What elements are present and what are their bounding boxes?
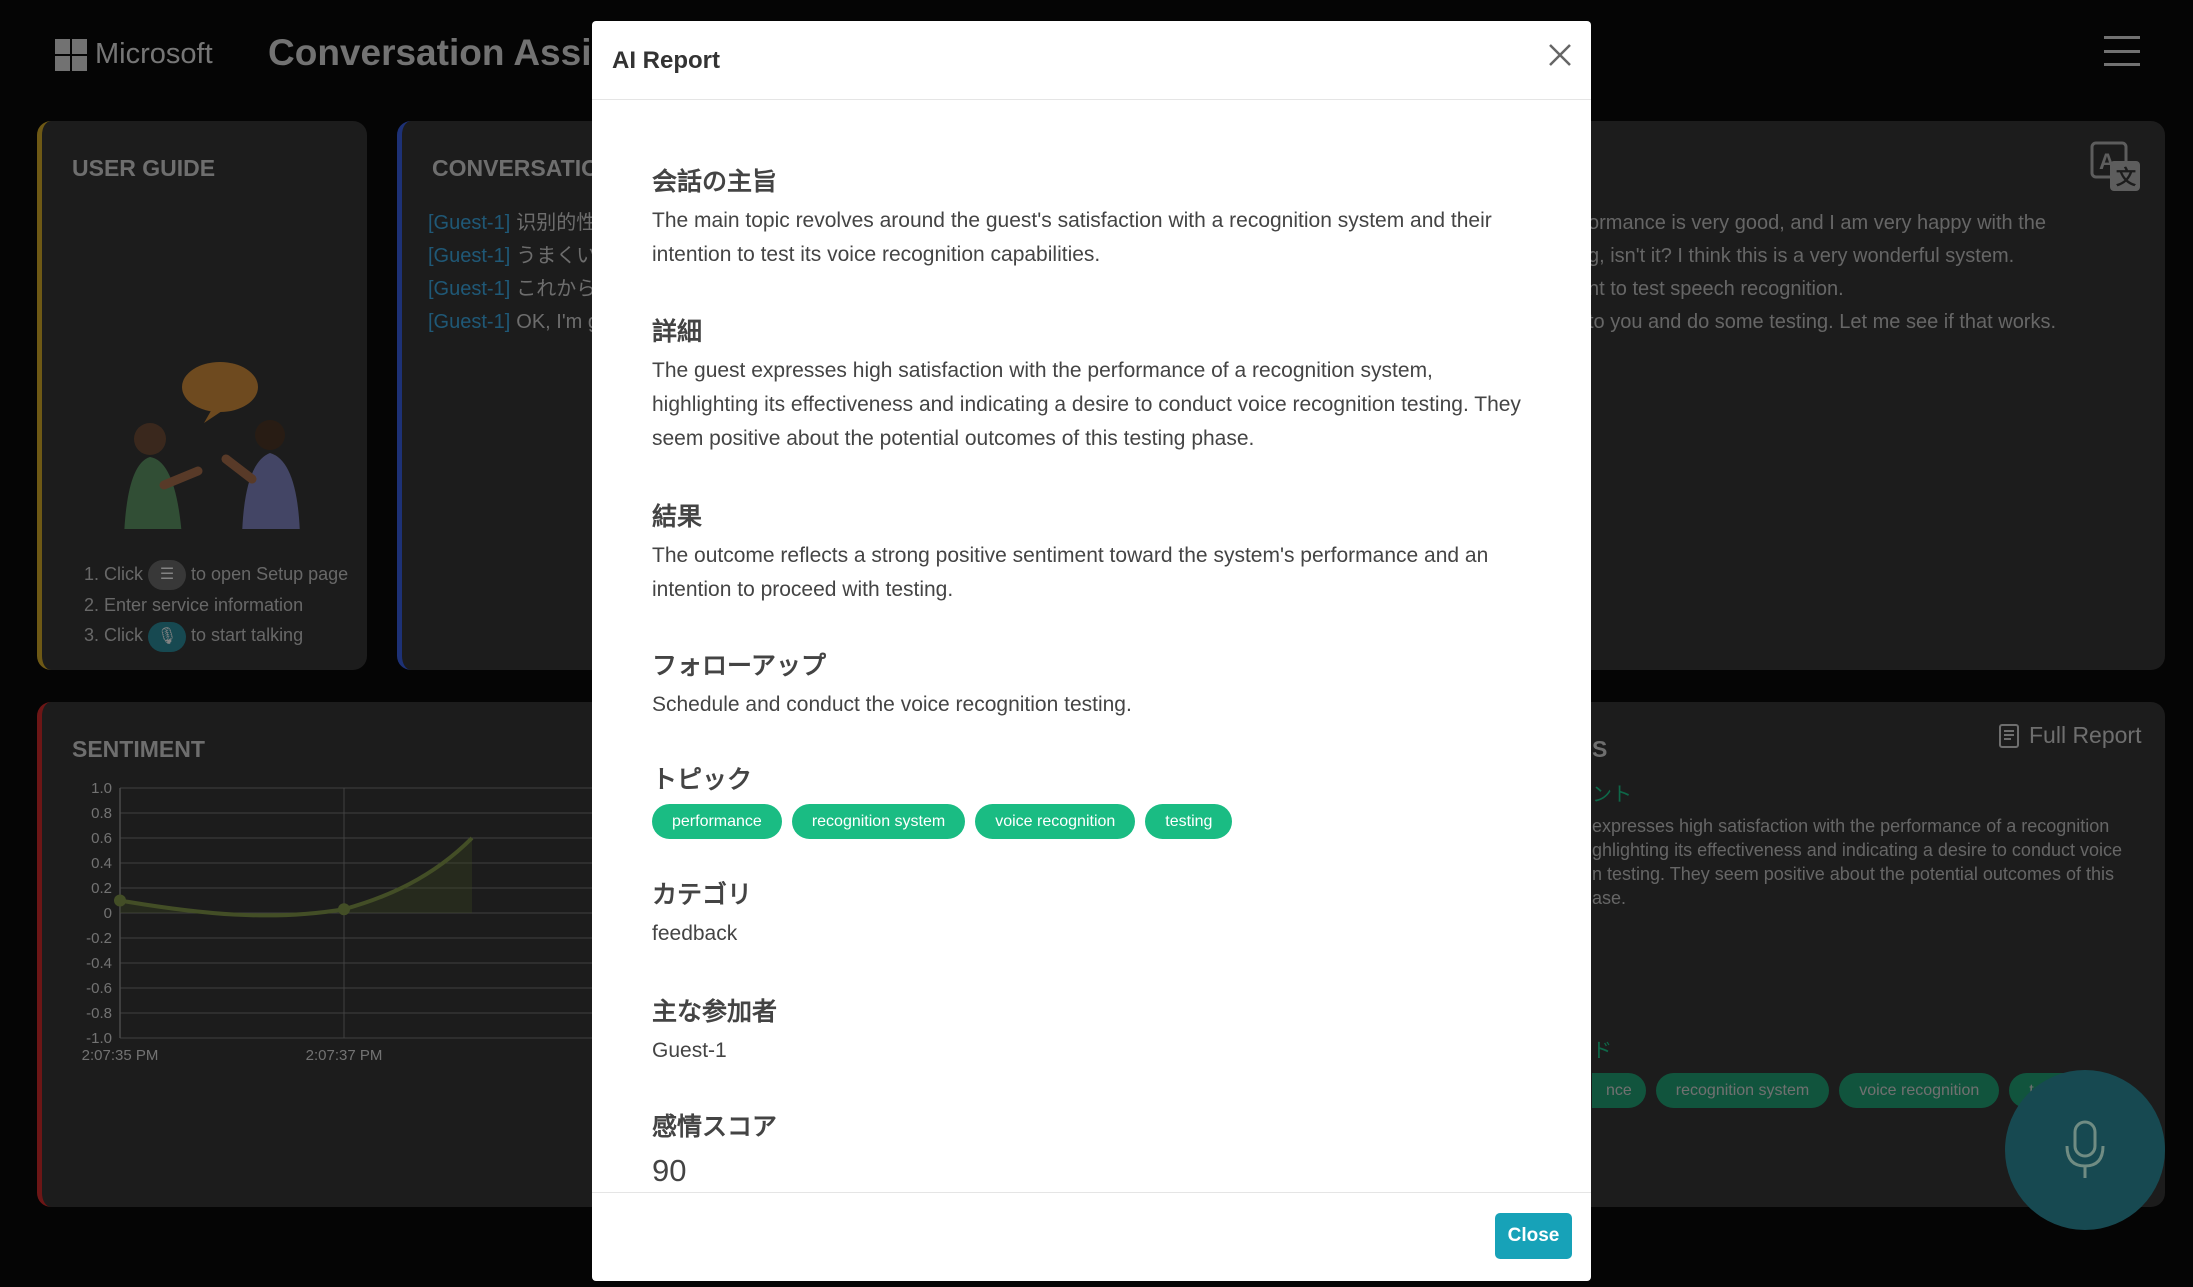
modal-title: AI Report — [612, 47, 720, 74]
topic-tag: performance — [652, 804, 782, 839]
followup-section: フォローアップ Schedule and conduct the voice r… — [652, 646, 1542, 722]
result-section: 結果 The outcome reflects a strong positiv… — [652, 497, 1542, 607]
category-text: feedback — [652, 922, 738, 945]
gist-section: 会話の主旨 The main topic revolves around the… — [652, 162, 1542, 272]
score-section: 感情スコア 90 — [652, 1107, 1542, 1189]
gist-text: The main topic revolves around the guest… — [652, 209, 1492, 266]
detail-text: The guest expresses high satisfaction wi… — [652, 359, 1521, 450]
topic-tags: performance recognition system voice rec… — [652, 804, 1542, 839]
result-heading: 結果 — [652, 503, 703, 531]
ai-report-modal: AI Report 会話の主旨 The main topic revolves … — [592, 21, 1591, 1281]
detail-section: 詳細 The guest expresses high satisfaction… — [652, 312, 1542, 456]
sentiment-score: 90 — [652, 1153, 687, 1188]
category-section: カテゴリ feedback — [652, 875, 1542, 951]
topic-tag: recognition system — [791, 804, 966, 839]
modal-header: AI Report — [592, 21, 1591, 100]
followup-text: Schedule and conduct the voice recogniti… — [652, 693, 1132, 716]
participants-text: Guest-1 — [652, 1039, 727, 1062]
modal-footer: Close — [592, 1192, 1591, 1281]
detail-heading: 詳細 — [652, 318, 703, 346]
topic-heading: トピック — [652, 766, 753, 794]
close-icon[interactable] — [1544, 39, 1576, 71]
score-heading: 感情スコア — [652, 1113, 778, 1141]
topic-tag: testing — [1145, 804, 1233, 839]
category-heading: カテゴリ — [652, 881, 753, 909]
result-text: The outcome reflects a strong positive s… — [652, 544, 1489, 601]
participants-heading: 主な参加者 — [652, 998, 778, 1026]
participants-section: 主な参加者 Guest-1 — [652, 992, 1542, 1068]
topic-tag: voice recognition — [975, 804, 1136, 839]
gist-heading: 会話の主旨 — [652, 168, 778, 196]
topic-section: トピック performance recognition system voic… — [652, 760, 1542, 839]
followup-heading: フォローアップ — [652, 652, 827, 680]
close-button[interactable]: Close — [1495, 1213, 1572, 1259]
